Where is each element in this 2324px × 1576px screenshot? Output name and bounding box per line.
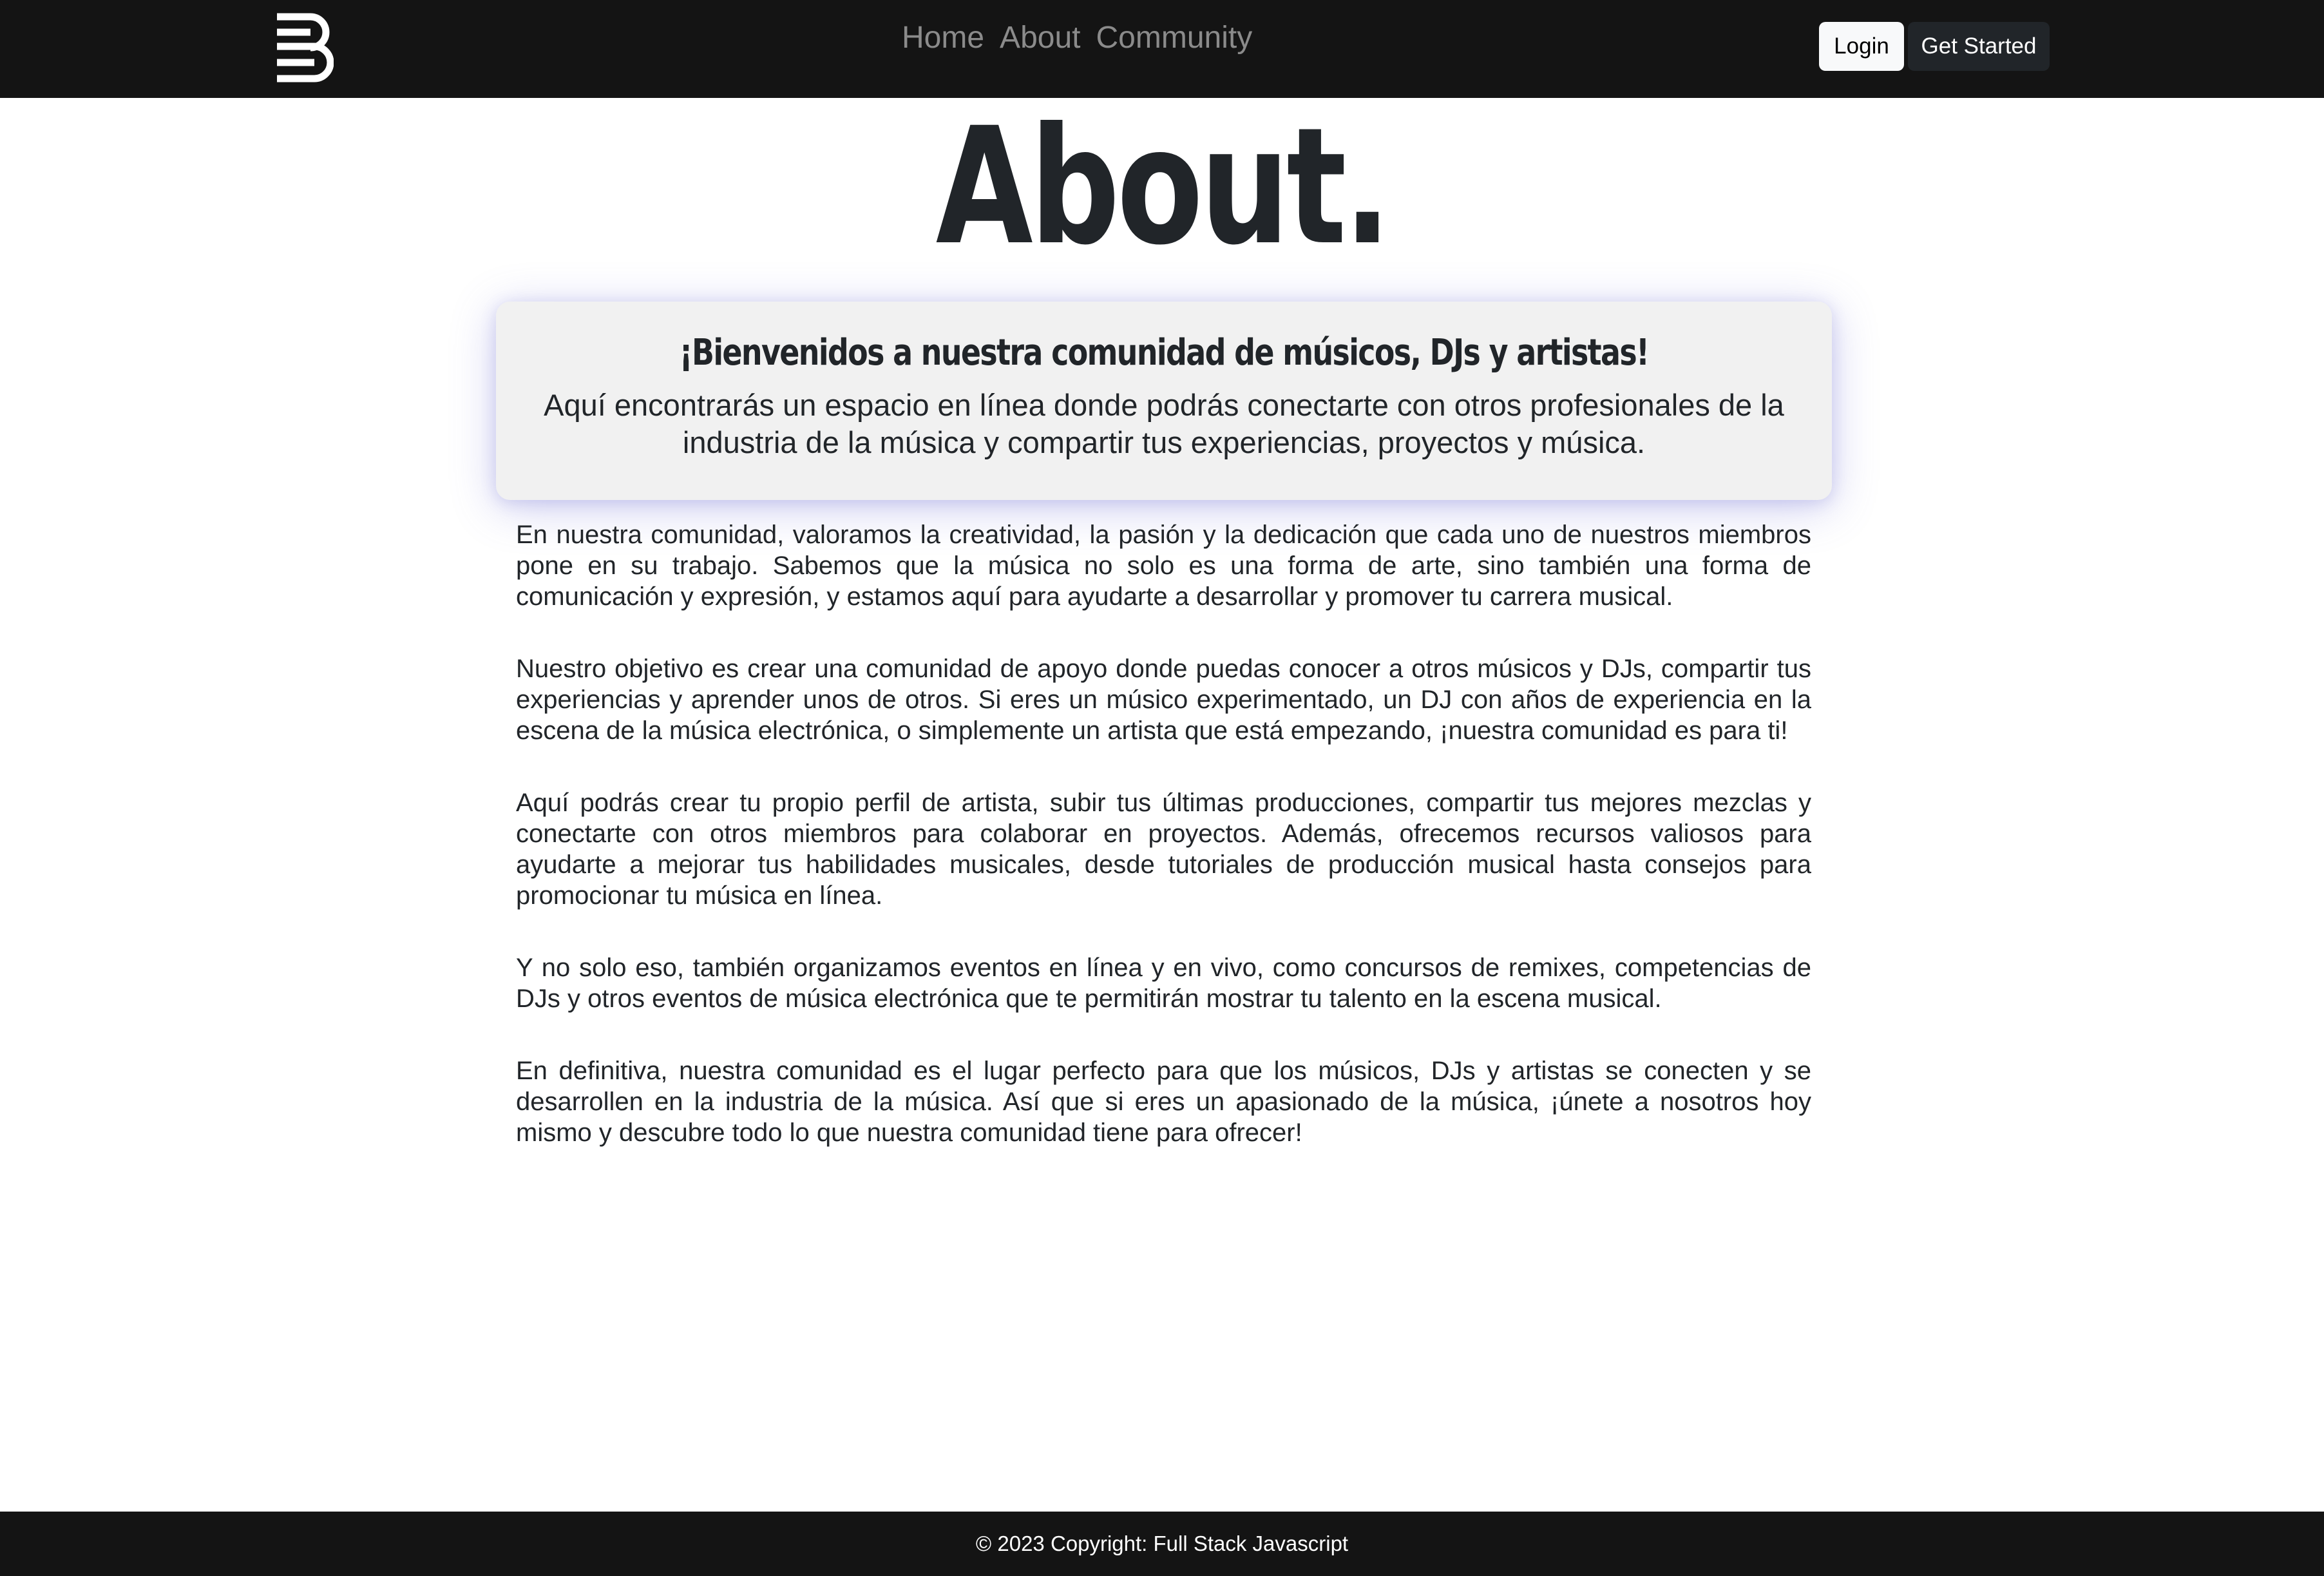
welcome-text: Aquí encontrarás un espacio en línea don… [544,388,1784,459]
login-button[interactable]: Login [1819,22,1904,71]
footer: © 2023 Copyright: Full Stack Javascript [0,1512,2324,1576]
welcome-card: ¡Bienvenidos a nuestra comunidad de músi… [496,302,1832,500]
b-logo-svg [277,13,334,82]
nav-link-home[interactable]: Home [902,15,984,61]
nav-link-about[interactable]: About [1000,15,1080,61]
footer-copyright: © 2023 Copyright: Full Stack Javascript [975,1532,1349,1555]
main-nav: Home About Community [902,15,1252,61]
b-logo-icon[interactable] [274,10,334,82]
about-paragraph-1: En nuestra comunidad, valoramos la creat… [516,521,1811,611]
about-content: En nuestra comunidad, valoramos la creat… [516,519,1811,1189]
about-paragraph-5: En definitiva, nuestra comunidad es el l… [516,1057,1811,1147]
about-paragraph-3: Aquí podrás crear tu propio perfil de ar… [516,789,1811,910]
get-started-button[interactable]: Get Started [1908,22,2050,71]
about-paragraph-4: Y no solo eso, también organizamos event… [516,954,1811,1013]
nav-link-community[interactable]: Community [1096,15,1252,61]
page-title: About. [935,93,1391,280]
top-navbar: Home About Community Login Get Started [0,0,2324,98]
welcome-title: ¡Bienvenidos a nuestra comunidad de músi… [679,332,1650,374]
about-paragraph-2: Nuestro objetivo es crear una comunidad … [516,655,1811,745]
